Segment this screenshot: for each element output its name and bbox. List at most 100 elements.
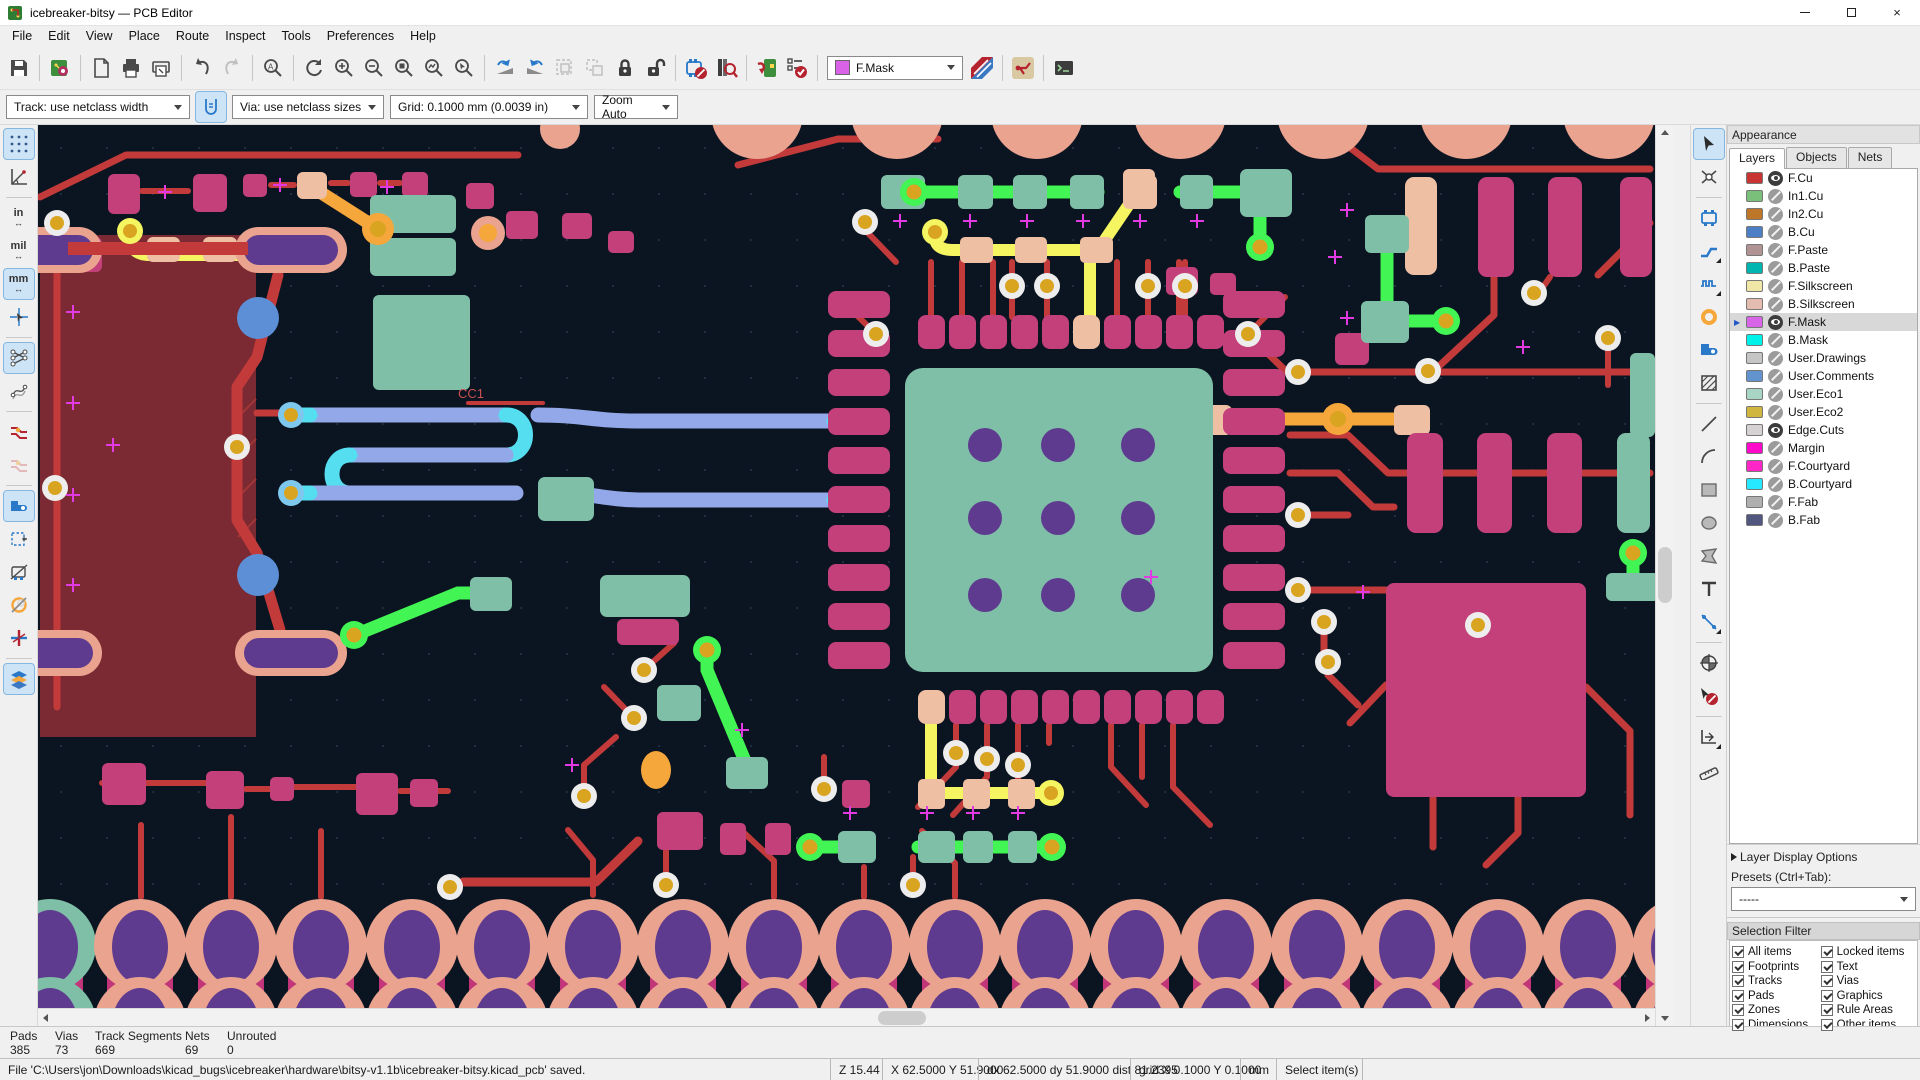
checkbox-icon[interactable] [1820, 989, 1833, 1002]
vertical-scroll-thumb[interactable] [1658, 547, 1672, 603]
layer-row-fsilkscreen[interactable]: ▶F.Silkscreen [1730, 277, 1917, 295]
layer-color-swatch[interactable] [1746, 244, 1763, 256]
filter-all-items[interactable]: All items [1732, 945, 1819, 960]
layer-color-swatch[interactable] [1746, 442, 1763, 454]
scroll-left-arrow[interactable] [43, 1014, 48, 1022]
track-display-mode[interactable] [4, 557, 34, 587]
tune-track-tool[interactable] [1694, 269, 1724, 299]
net-dim-mode[interactable] [4, 450, 34, 480]
measure-tool[interactable] [1694, 755, 1724, 785]
inactive-layer-display-mode[interactable] [4, 623, 34, 653]
checkbox-icon[interactable] [1732, 946, 1744, 959]
menu-inspect[interactable]: Inspect [217, 27, 273, 45]
layer-color-swatch[interactable] [1746, 496, 1763, 508]
filter-footprints[interactable]: Footprints [1732, 960, 1819, 975]
visibility-eye-icon[interactable] [1768, 314, 1783, 330]
redo-button[interactable] [217, 53, 247, 83]
add-text-tool[interactable] [1694, 574, 1724, 604]
layer-color-swatch[interactable] [1746, 172, 1763, 184]
zoom-fit-objects-button[interactable] [419, 53, 449, 83]
layer-row-ffab[interactable]: ▶F.Fab [1730, 493, 1917, 511]
update-pcb-from-schematic-button[interactable] [752, 53, 782, 83]
visibility-eye-icon[interactable] [1768, 332, 1783, 348]
zoom-selector[interactable]: Zoom Auto [594, 93, 678, 121]
zoom-fit-page-button[interactable] [389, 53, 419, 83]
layer-row-fcu[interactable]: ▶F.Cu [1730, 169, 1917, 187]
tab-objects[interactable]: Objects [1786, 147, 1847, 168]
visibility-eye-icon[interactable] [1768, 278, 1783, 294]
filter-zones[interactable]: Zones [1732, 1003, 1819, 1018]
menu-help[interactable]: Help [402, 27, 444, 45]
layer-color-swatch[interactable] [1746, 424, 1763, 436]
layer-row-usereco2[interactable]: ▶User.Eco2 [1730, 403, 1917, 421]
net-highlight-mode[interactable] [4, 417, 34, 447]
layer-color-swatch[interactable] [1746, 388, 1763, 400]
checkbox-icon[interactable] [1732, 960, 1744, 973]
filter-pads[interactable]: Pads [1732, 989, 1819, 1004]
refresh-view-button[interactable] [299, 53, 329, 83]
drc-button[interactable] [782, 53, 812, 83]
save-button[interactable] [4, 53, 34, 83]
units-inches-button[interactable]: in ↔ [4, 203, 34, 233]
layer-row-margin[interactable]: ▶Margin [1730, 439, 1917, 457]
draw-rectangle-tool[interactable] [1694, 475, 1724, 505]
zoom-in-button[interactable] [329, 53, 359, 83]
visibility-eye-icon[interactable] [1768, 386, 1783, 402]
place-via-tool[interactable] [1694, 302, 1724, 332]
layer-row-fcourtyard[interactable]: ▶F.Courtyard [1730, 457, 1917, 475]
menu-file[interactable]: File [4, 27, 40, 45]
visibility-eye-icon[interactable] [1768, 170, 1783, 186]
delete-tool[interactable] [1694, 681, 1724, 711]
visibility-eye-icon[interactable] [1768, 224, 1783, 240]
layer-row-bsilkscreen[interactable]: ▶B.Silkscreen [1730, 295, 1917, 313]
via-display-mode[interactable] [4, 524, 34, 554]
filter-text[interactable]: Text [1820, 960, 1915, 975]
scripting-console-button[interactable] [1049, 53, 1079, 83]
visibility-eye-icon[interactable] [1768, 512, 1783, 528]
lock-button[interactable] [610, 53, 640, 83]
pcb-canvas[interactable]: CC1 [38, 125, 1655, 1008]
filter-vias[interactable]: Vias [1820, 974, 1915, 989]
footprint-editor-button[interactable] [681, 53, 711, 83]
menu-preferences[interactable]: Preferences [319, 27, 402, 45]
visibility-eye-icon[interactable] [1768, 422, 1783, 438]
checkbox-icon[interactable] [1820, 1018, 1833, 1031]
zoom-selection-button[interactable] [449, 53, 479, 83]
tab-layers[interactable]: Layers [1729, 148, 1786, 169]
visibility-eye-icon[interactable] [1768, 494, 1783, 510]
group-button[interactable] [550, 53, 580, 83]
visibility-eye-icon[interactable] [1768, 206, 1783, 222]
draw-polygon-tool[interactable] [1694, 541, 1724, 571]
visibility-eye-icon[interactable] [1768, 296, 1783, 312]
layer-color-swatch[interactable] [1746, 226, 1763, 238]
layer-color-swatch[interactable] [1746, 316, 1763, 328]
checkbox-icon[interactable] [1732, 975, 1744, 988]
menu-route[interactable]: Route [168, 27, 217, 45]
visibility-eye-icon[interactable] [1768, 368, 1783, 384]
menu-place[interactable]: Place [121, 27, 168, 45]
layer-color-swatch[interactable] [1746, 352, 1763, 364]
layer-color-swatch[interactable] [1746, 262, 1763, 274]
scroll-right-arrow[interactable] [1645, 1014, 1650, 1022]
menu-edit[interactable]: Edit [40, 27, 78, 45]
minimize-button[interactable] [1782, 0, 1828, 25]
filter-rule-areas[interactable]: Rule Areas [1820, 1003, 1915, 1018]
visibility-eye-icon[interactable] [1768, 476, 1783, 492]
menu-view[interactable]: View [78, 27, 121, 45]
visibility-eye-icon[interactable] [1768, 458, 1783, 474]
layer-color-swatch[interactable] [1746, 460, 1763, 472]
layer-display-options-expander[interactable]: Layer Display Options [1727, 844, 1920, 868]
view-flip-button[interactable] [520, 53, 550, 83]
layer-row-bcourtyard[interactable]: ▶B.Courtyard [1730, 475, 1917, 493]
checkbox-icon[interactable] [1732, 989, 1744, 1002]
layer-color-swatch[interactable] [1746, 334, 1763, 346]
checkbox-icon[interactable] [1820, 975, 1833, 988]
place-footprint-tool[interactable] [1694, 203, 1724, 233]
horizontal-scrollbar[interactable] [38, 1008, 1655, 1026]
dimension-tool[interactable] [1694, 607, 1724, 637]
close-button[interactable]: × [1874, 0, 1920, 25]
undo-button[interactable] [187, 53, 217, 83]
layer-row-fpaste[interactable]: ▶F.Paste [1730, 241, 1917, 259]
via-size-selector[interactable]: Via: use netclass sizes [232, 95, 384, 119]
board-setup-button[interactable] [45, 53, 75, 83]
